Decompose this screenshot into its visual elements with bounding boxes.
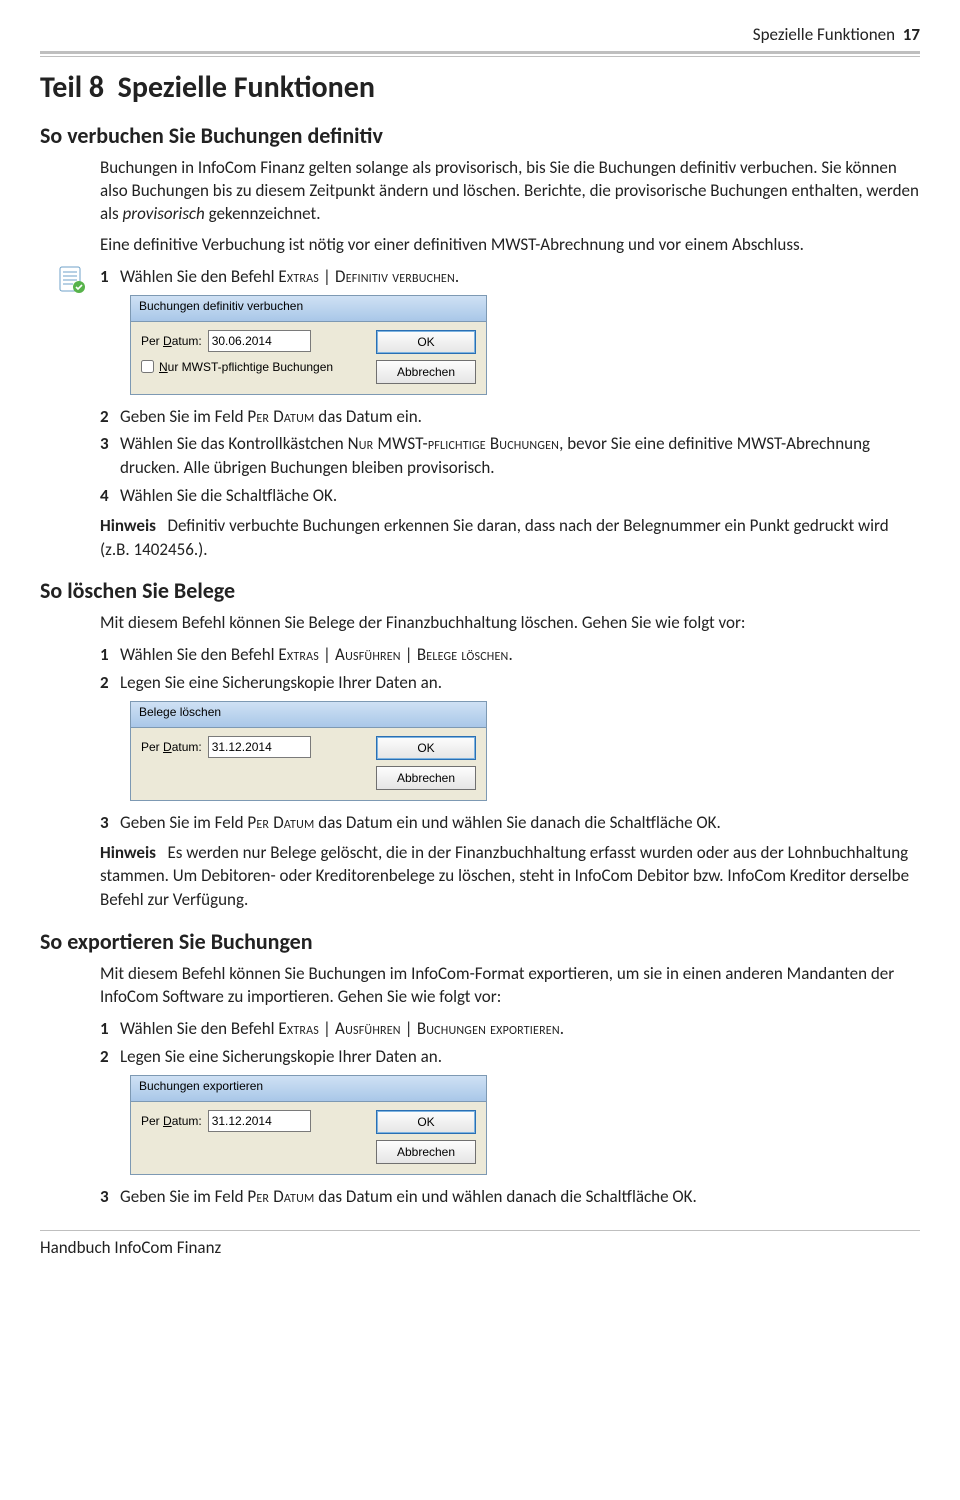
header-rule-thin bbox=[40, 56, 920, 57]
footer-text: Handbuch InfoCom Finanz bbox=[40, 1237, 920, 1258]
cancel-button[interactable]: Abbrechen bbox=[376, 360, 476, 384]
header-page: 17 bbox=[903, 24, 920, 45]
mwst-checkbox-label: Nur MWST-pflichtige Buchungen bbox=[159, 360, 333, 374]
cancel-button[interactable]: Abbrechen bbox=[376, 1140, 476, 1164]
heading-definitiv: So verbuchen Sie Buchungen definitiv bbox=[40, 122, 920, 149]
ok-button[interactable]: OK bbox=[376, 330, 476, 354]
per-datum-input[interactable] bbox=[208, 330, 311, 352]
sec1-step3: 3 Wählen Sie das Kontrollkästchen Nur MW… bbox=[100, 432, 920, 480]
dialog-title: Buchungen exportieren bbox=[131, 1076, 486, 1102]
dialog-title: Buchungen definitiv verbuchen bbox=[131, 296, 486, 322]
page-header: Spezielle Funktionen 17 bbox=[40, 24, 920, 45]
part-name: Spezielle Funktionen bbox=[118, 69, 375, 106]
sec2-hinweis: Hinweis Es werden nur Belege gelöscht, d… bbox=[100, 841, 920, 912]
sec1-hinweis: Hinweis Definitiv verbuchte Buchungen er… bbox=[100, 514, 920, 562]
dialog-export: Buchungen exportieren Per Datum: OK Abbr… bbox=[130, 1075, 487, 1175]
sec2-step3: 3 Geben Sie im Feld Per Datum das Datum … bbox=[100, 811, 920, 835]
heading-loeschen: So löschen Sie Belege bbox=[40, 577, 920, 604]
per-datum-label: Per Datum: bbox=[141, 334, 202, 348]
header-rule-thick bbox=[40, 51, 920, 54]
sec2-step2: 2 Legen Sie eine Sicherungskopie Ihrer D… bbox=[100, 671, 920, 695]
heading-export: So exportieren Sie Buchungen bbox=[40, 928, 920, 955]
sec3-step2: 2 Legen Sie eine Sicherungskopie Ihrer D… bbox=[100, 1045, 920, 1069]
sec3-step3: 3 Geben Sie im Feld Per Datum das Datum … bbox=[100, 1185, 920, 1209]
sec1-step1: 1 Wählen Sie den Befehl Extras | Definit… bbox=[100, 265, 920, 289]
sec1-step2: 2 Geben Sie im Feld Per Datum das Datum … bbox=[100, 405, 920, 429]
sec2-para1: Mit diesem Befehl können Sie Belege der … bbox=[100, 612, 920, 635]
dialog-definitiv: Buchungen definitiv verbuchen Per Datum:… bbox=[130, 295, 487, 395]
sec3-para1: Mit diesem Befehl können Sie Buchungen i… bbox=[100, 963, 920, 1009]
footer-rule bbox=[40, 1230, 920, 1231]
note-icon bbox=[58, 265, 86, 295]
sec3-step1: 1 Wählen Sie den Befehl Extras | Ausführ… bbox=[100, 1017, 920, 1041]
dialog-title: Belege löschen bbox=[131, 702, 486, 728]
cancel-button[interactable]: Abbrechen bbox=[376, 766, 476, 790]
part-prefix: Teil 8 bbox=[40, 69, 104, 106]
sec2-step1: 1 Wählen Sie den Befehl Extras | Ausführ… bbox=[100, 643, 920, 667]
sec1-para1: Buchungen in InfoCom Finanz gelten solan… bbox=[100, 157, 920, 226]
sec1-para2: Eine definitive Verbuchung ist nötig vor… bbox=[100, 234, 920, 257]
part-title: Teil 8 Spezielle Funktionen bbox=[40, 69, 920, 106]
dialog-loeschen: Belege löschen Per Datum: OK Abbrechen bbox=[130, 701, 487, 801]
ok-button[interactable]: OK bbox=[376, 736, 476, 760]
per-datum-label: Per Datum: bbox=[141, 1114, 202, 1128]
sec1-step4: 4 Wählen Sie die Schaltfläche OK. bbox=[100, 484, 920, 508]
ok-button[interactable]: OK bbox=[376, 1110, 476, 1134]
per-datum-label: Per Datum: bbox=[141, 740, 202, 754]
per-datum-input[interactable] bbox=[208, 1110, 311, 1132]
per-datum-input[interactable] bbox=[208, 736, 311, 758]
header-section: Spezielle Funktionen bbox=[753, 24, 895, 45]
mwst-checkbox[interactable] bbox=[141, 360, 154, 373]
